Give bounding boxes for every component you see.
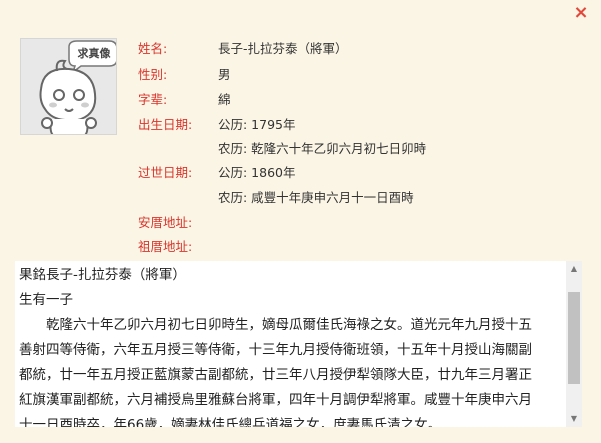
gender-label: 性别: xyxy=(138,67,168,82)
generation-label: 字辈: xyxy=(138,92,168,107)
gender-value: 男 xyxy=(218,67,231,82)
biography-title: 果銘長子-扎拉芬泰（將軍） xyxy=(19,267,186,283)
close-icon[interactable]: × xyxy=(572,4,590,22)
biography-line: 善射四等侍衛，六年五月授三等侍衛，十三年九月授侍衛班領，十五年十月授山海關副 xyxy=(19,342,532,358)
ancestral-address-label: 祖厝地址: xyxy=(138,239,193,254)
biography-line: 乾隆六十年乙卯六月初七日卯時生，嫡母瓜爾佳氏海祿之女。道光元年九月授十五 xyxy=(46,317,532,333)
death-lunar: 农历: 咸豐十年庚申六月十一日酉時 xyxy=(218,190,414,205)
avatar-caption: 求真像 xyxy=(77,47,111,60)
death-gregorian: 公历: 1860年 xyxy=(218,165,296,180)
scroll-down-icon[interactable]: ▼ xyxy=(566,411,582,427)
residence-address-label: 安厝地址: xyxy=(138,215,193,230)
avatar: 求真像 xyxy=(20,38,117,135)
biography-line: 紅旗漢軍副都統，六月補授烏里雅蘇台將軍，四年十月調伊犁將軍。咸豐十年庚申六月 xyxy=(19,392,532,408)
birth-date-label: 出生日期: xyxy=(138,117,193,132)
biography-line: 十一日酉時卒，年66歲，嫡妻林佳氏總兵道福之女，庶妻馬氏清之女。 xyxy=(19,417,442,427)
biography-line: 都統，廿一年五月授正藍旗蒙古副都統，廿三年八月授伊犁領隊大臣，廿九年三月署正 xyxy=(19,367,532,383)
name-value: 長子-扎拉芬泰（將軍） xyxy=(218,41,348,56)
birth-lunar: 农历: 乾隆六十年乙卯六月初七日卯時 xyxy=(218,141,427,156)
vertical-scrollbar[interactable]: ▲ ▼ xyxy=(566,261,582,427)
biography-text: 果銘長子-扎拉芬泰（將軍） 生有一子 乾隆六十年乙卯六月初七日卯時生，嫡母瓜爾佳… xyxy=(19,263,564,427)
death-date-label: 过世日期: xyxy=(138,165,193,180)
biography-children: 生有一子 xyxy=(19,292,73,308)
scrollbar-thumb[interactable] xyxy=(568,292,580,384)
name-label: 姓名: xyxy=(138,41,168,56)
generation-value: 綿 xyxy=(218,92,231,107)
scroll-up-icon[interactable]: ▲ xyxy=(566,261,582,277)
biography-panel[interactable]: 果銘長子-扎拉芬泰（將軍） 生有一子 乾隆六十年乙卯六月初七日卯時生，嫡母瓜爾佳… xyxy=(15,261,582,427)
birth-gregorian: 公历: 1795年 xyxy=(218,117,296,132)
